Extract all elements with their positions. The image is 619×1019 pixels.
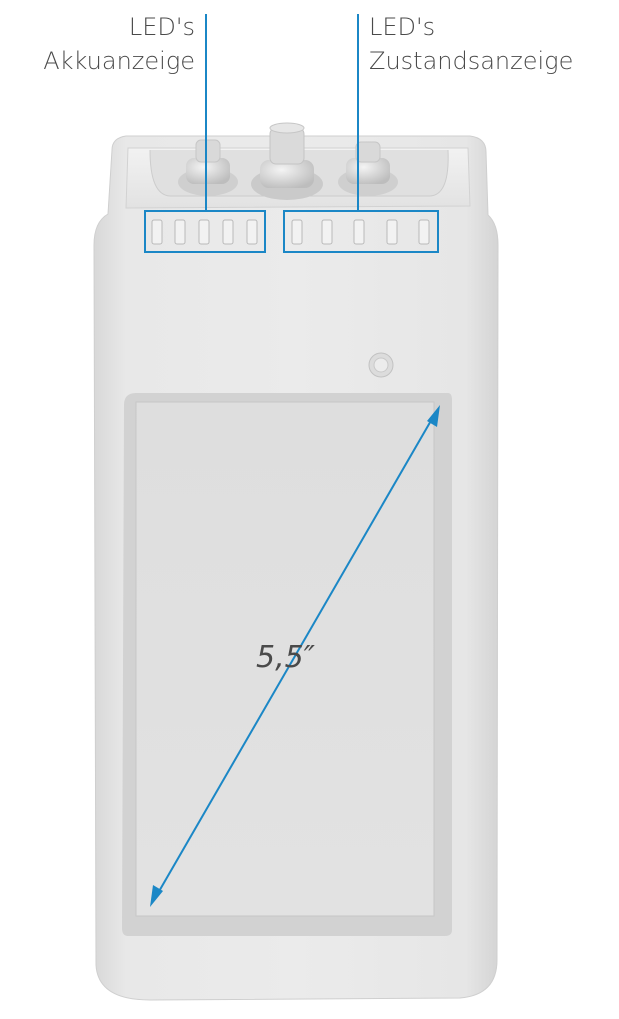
status-leds-label: LED's Zustandsanzeige	[369, 10, 573, 78]
screen-diagonal-label: 5,5″	[256, 640, 315, 675]
side-button	[368, 352, 394, 378]
battery-leds-label-line1: LED's	[128, 13, 195, 41]
device-diagram	[93, 14, 499, 1001]
battery-leds-label-line2: Akkuanzeige	[43, 47, 195, 75]
status-leds-label-line2: Zustandsanzeige	[369, 47, 574, 75]
battery-leds-label: LED's Akkuanzeige	[43, 10, 195, 78]
status-leds-label-line1: LED's	[369, 13, 436, 41]
